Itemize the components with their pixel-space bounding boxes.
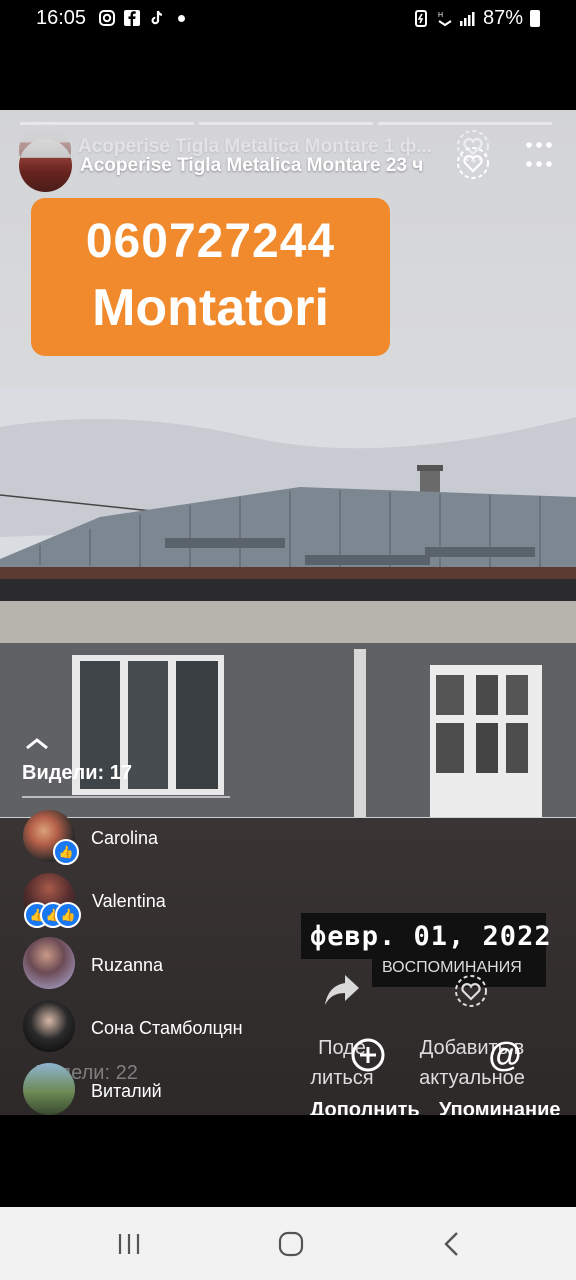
memory-date: февр. 01, 2022	[310, 921, 552, 952]
status-time: 16:05	[36, 7, 87, 29]
more-options-icon[interactable]	[524, 140, 554, 174]
story-progress-segment	[378, 122, 552, 125]
signal-icon	[458, 9, 476, 27]
chevron-up-icon[interactable]	[24, 736, 50, 750]
dot-icon	[178, 15, 185, 22]
home-icon[interactable]	[277, 1230, 305, 1258]
story-avatar[interactable]	[19, 139, 72, 192]
svg-text:H: H	[438, 12, 443, 19]
bottom-area	[0, 1115, 576, 1207]
instagram-icon	[98, 9, 116, 27]
viewer-avatar[interactable]	[23, 1000, 75, 1052]
svg-text:@: @	[488, 1036, 521, 1074]
tiktok-icon	[148, 9, 166, 27]
banner-subtitle: Montatori	[92, 279, 329, 337]
viewer-avatar[interactable]	[23, 1063, 75, 1115]
story-title[interactable]: Acoperise Tigla Metalica Montare 23 ч	[80, 155, 423, 177]
add-plus-icon[interactable]	[349, 1036, 387, 1074]
facebook-icon	[123, 9, 141, 27]
add-to-highlights-icon[interactable]	[455, 145, 491, 181]
viewer-name[interactable]: Сона Стамболцян	[91, 1018, 243, 1039]
viewers-divider	[22, 796, 230, 798]
viewer-avatar[interactable]	[23, 937, 75, 989]
viewer-name[interactable]: Valentina	[92, 891, 166, 912]
wifi-icon: H	[436, 9, 454, 27]
back-icon[interactable]	[440, 1230, 464, 1258]
battery-icon	[530, 10, 540, 27]
mention-icon[interactable]: @	[486, 1036, 524, 1074]
memories-label: ВОСПОМИНАНИЯ	[382, 959, 522, 976]
like-icon: 👍	[53, 839, 79, 865]
viewers-count[interactable]: Видели: 17	[22, 762, 132, 785]
phone-banner: 060727244 Montatori	[31, 198, 390, 356]
viewer-name[interactable]: Ruzanna	[91, 955, 163, 976]
banner-phone-number: 060727244	[85, 215, 336, 268]
like-icon: 👍	[55, 902, 81, 928]
viewer-name[interactable]: Carolina	[91, 828, 158, 849]
share-icon[interactable]	[323, 973, 361, 1007]
highlights-heart-icon[interactable]	[453, 973, 489, 1009]
battery-saver-icon	[412, 9, 430, 27]
battery-percentage: 87%	[483, 7, 524, 29]
recent-apps-icon[interactable]	[116, 1231, 142, 1257]
story-photo	[0, 387, 576, 817]
viewer-name[interactable]: Виталий	[91, 1081, 162, 1102]
story-progress-segment	[199, 122, 373, 125]
